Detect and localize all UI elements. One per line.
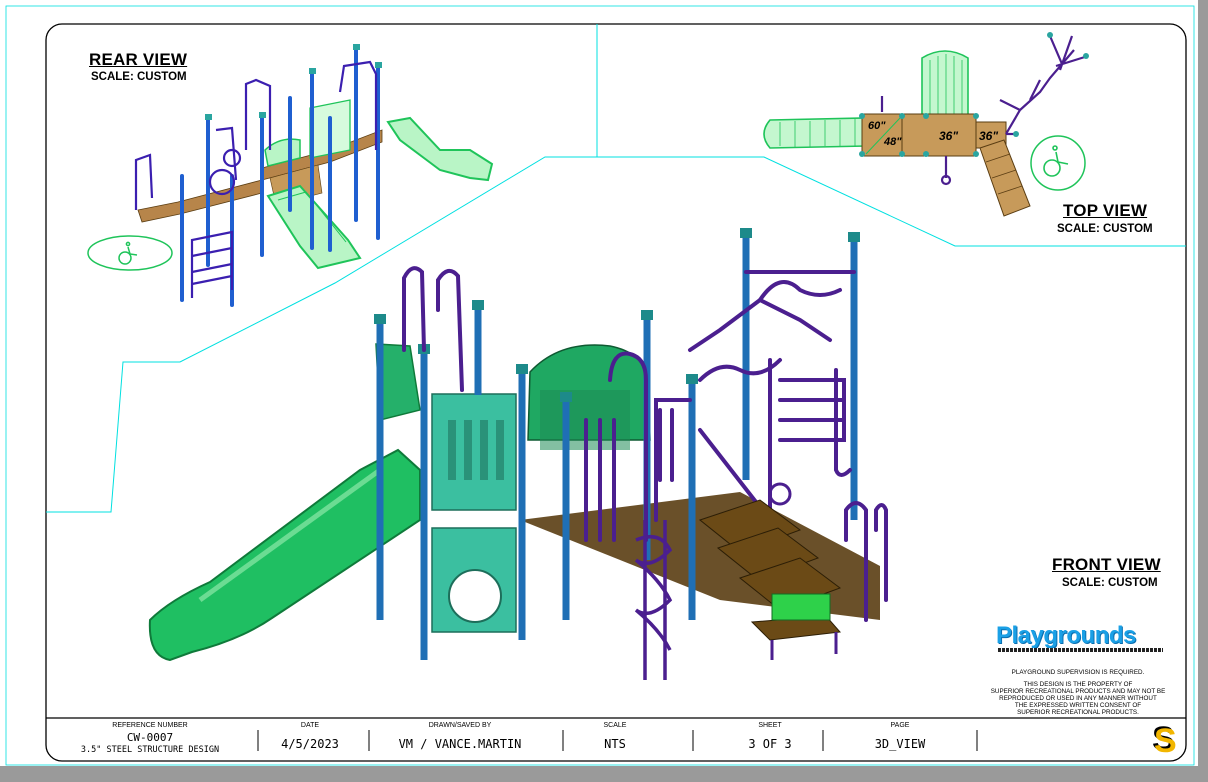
property-notice-line: SUPERIOR RECREATIONAL PRODUCTS. (1017, 709, 1139, 716)
property-notice-line: THE EXPRESSED WRITTEN CONSENT OF (1014, 702, 1142, 709)
drawing-canvas (5, 5, 1195, 766)
front-view-drawing (148, 228, 888, 680)
reference-number-value: CW-0007 (126, 731, 174, 744)
accessible-wheelchair-icon (118, 241, 138, 265)
property-notice-line: REPRODUCED OR USED IN ANY MANNER WITHOUT (999, 695, 1157, 702)
property-notice-line: THIS DESIGN IS THE PROPERTY OF (1023, 681, 1133, 688)
reference-number-description: 3.5" STEEL STRUCTURE DESIGN (80, 745, 220, 755)
scale-value: NTS (604, 737, 626, 751)
scale-label: SCALE (603, 722, 627, 729)
playgrounds-logo: Playgrounds (996, 622, 1136, 649)
dimension-label: 48" (884, 136, 902, 148)
top-view-drawing (763, 32, 1089, 217)
rear-view-scale: SCALE: CUSTOM (91, 71, 187, 83)
page-value: 3D_VIEW (874, 737, 926, 751)
dimension-label: 60" (868, 120, 886, 132)
superior-s-logo-icon: SS (1152, 720, 1177, 760)
supervision-notice: PLAYGROUND SUPERVISION IS REQUIRED. (1011, 669, 1145, 676)
property-notice-line: SUPERIOR RECREATIONAL PRODUCTS AND MAY N… (990, 688, 1166, 695)
logo-tagline-bar (998, 648, 1163, 652)
front-view-scale: SCALE: CUSTOM (1062, 577, 1158, 589)
date-value: 4/5/2023 (281, 737, 339, 751)
rear-view-drawing (87, 44, 494, 307)
sheet-value: 3 OF 3 (748, 737, 792, 751)
top-view-title: TOP VIEW (1063, 201, 1148, 220)
reference-number-label: REFERENCE NUMBER (112, 722, 188, 729)
drawn-by-value: VM / VANCE.MARTIN (398, 737, 522, 751)
date-label: DATE (300, 722, 320, 729)
rear-view-title: REAR VIEW (89, 50, 188, 69)
drawn-by-label: DRAWN/SAVED BY (428, 722, 492, 729)
dimension-label: 36" (979, 129, 999, 143)
page-label: PAGE (890, 722, 910, 729)
sheet-label: SHEET (758, 722, 782, 729)
dimension-label: 36" (939, 129, 959, 143)
accessible-wheelchair-icon (1043, 145, 1069, 177)
top-view-scale: SCALE: CUSTOM (1057, 223, 1153, 235)
front-view-title: FRONT VIEW (1052, 555, 1161, 574)
